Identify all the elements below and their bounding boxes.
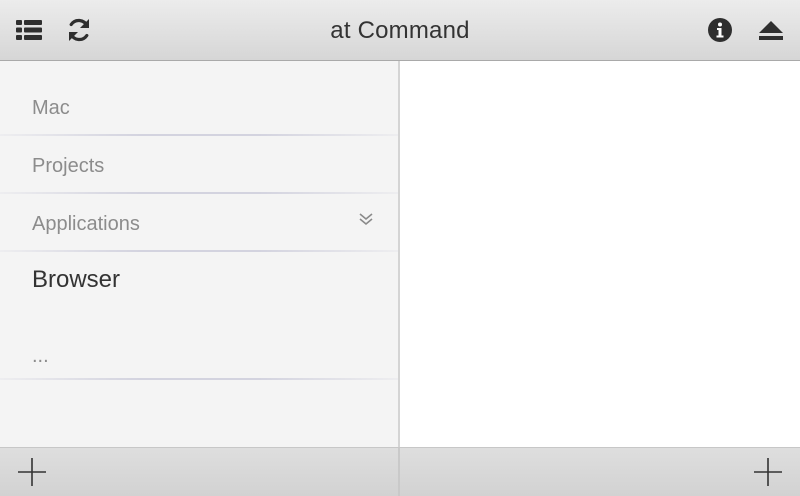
sidebar-item-label: Projects xyxy=(32,155,105,177)
app-window: at Command Mac Projects Applications Bro… xyxy=(0,0,800,496)
sidebar-item-mac[interactable]: Mac xyxy=(0,61,398,136)
info-icon xyxy=(708,18,732,42)
info-button[interactable] xyxy=(704,14,736,46)
list-icon xyxy=(16,20,42,40)
title-bar: at Command xyxy=(0,0,800,61)
divider xyxy=(0,378,398,380)
sidebar-item-label: ... xyxy=(32,345,49,367)
add-sidebar-item-button[interactable] xyxy=(16,456,48,488)
window-title: at Command xyxy=(330,17,470,44)
sidebar-item-label: Mac xyxy=(32,97,70,119)
sidebar-item-browser[interactable]: Browser xyxy=(0,252,398,308)
bottom-bar xyxy=(0,447,800,496)
sidebar-item-label: Applications xyxy=(32,213,140,235)
plus-icon xyxy=(754,458,782,486)
eject-icon xyxy=(759,21,783,40)
list-view-button[interactable] xyxy=(13,14,45,46)
sidebar-item-applications[interactable]: Applications xyxy=(0,194,398,252)
eject-button[interactable] xyxy=(755,14,787,46)
detail-pane xyxy=(400,61,800,447)
sidebar: Mac Projects Applications Browser ... xyxy=(0,61,400,447)
refresh-button[interactable] xyxy=(63,14,95,46)
plus-icon xyxy=(18,458,46,486)
double-chevron-down-icon[interactable] xyxy=(358,211,374,227)
add-detail-item-button[interactable] xyxy=(752,456,784,488)
sidebar-item-projects[interactable]: Projects xyxy=(0,136,398,194)
sidebar-item-label: Browser xyxy=(32,266,121,293)
sidebar-item-more[interactable]: ... xyxy=(0,308,398,380)
refresh-icon xyxy=(69,18,89,42)
bottom-divider xyxy=(398,448,400,496)
